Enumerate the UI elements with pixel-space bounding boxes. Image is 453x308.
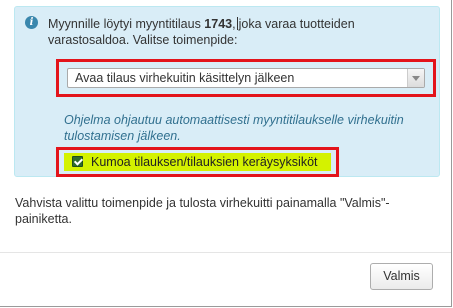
order-number: 1743 [204, 17, 233, 31]
cancel-checkbox-highlight: Kumoa tilauksen/tilauksien keräysyksiköt [56, 147, 339, 177]
info-message: Myynnille löytyi myyntitilaus 1743, joka … [48, 16, 428, 48]
footer-divider [0, 252, 451, 253]
chevron-down-icon[interactable] [407, 69, 424, 87]
info-message-prefix: Myynnille löytyi myyntitilaus [48, 17, 205, 31]
confirm-instructions: Vahvista valittu toimenpide ja tulosta v… [15, 196, 390, 226]
action-select-highlight: Avaa tilaus virhekuitin käsittelyn jälke… [56, 59, 436, 97]
done-button[interactable]: Valmis [370, 263, 433, 290]
info-message-comma: , [232, 17, 236, 31]
action-select-value: Avaa tilaus virhekuitin käsittelyn jälke… [75, 71, 295, 85]
info-alert: i Myynnille löytyi myyntitilaus 1743, jok… [14, 6, 440, 177]
text-cursor [236, 17, 238, 30]
dialog: i Myynnille löytyi myyntitilaus 1743, jok… [0, 0, 452, 307]
action-select[interactable]: Avaa tilaus virhekuitin käsittelyn jälke… [67, 68, 425, 88]
cancel-picking-units-checkbox[interactable] [72, 156, 83, 167]
cancel-picking-units-row[interactable]: Kumoa tilauksen/tilauksien keräysyksiköt [64, 153, 331, 171]
info-icon: i [25, 16, 38, 29]
redirect-hint: Ohjelma ohjautuu automaattisesti myyntit… [64, 113, 404, 143]
cancel-picking-units-label[interactable]: Kumoa tilauksen/tilauksien keräysyksiköt [91, 155, 318, 169]
